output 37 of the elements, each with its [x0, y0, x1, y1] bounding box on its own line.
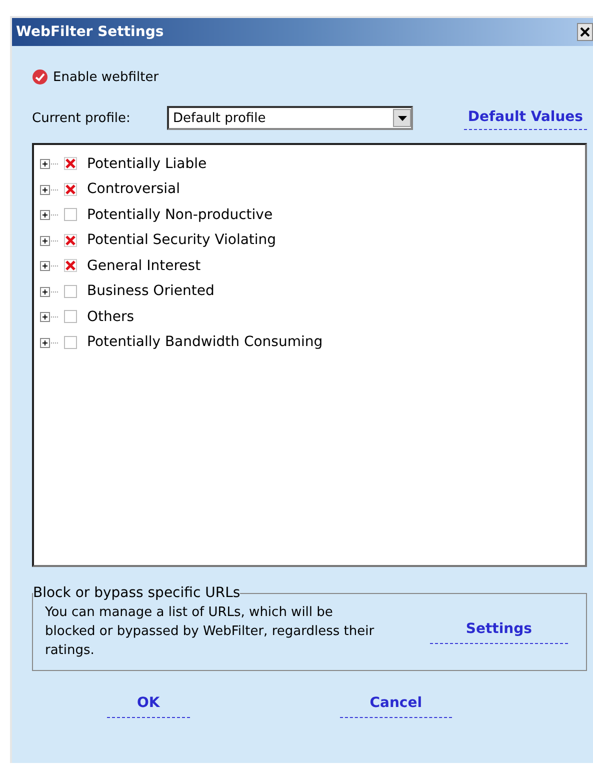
category-label[interactable]: Potential Security Violating — [87, 232, 276, 248]
default-values-link[interactable]: Default Values — [464, 106, 587, 130]
check-circle-icon[interactable] — [32, 69, 48, 85]
profile-label: Current profile: — [32, 110, 132, 126]
enable-label: Enable webfilter — [53, 70, 159, 84]
category-label[interactable]: Others — [87, 308, 134, 325]
urls-description: You can manage a list of URLs, which will be blocked or bypassed by WebFilter, regardless their ratings. — [45, 604, 376, 660]
close-icon — [580, 27, 590, 37]
category-checkbox[interactable] — [64, 259, 77, 272]
expand-icon[interactable] — [40, 234, 60, 246]
category-label[interactable]: General Interest — [87, 258, 201, 274]
category-label[interactable]: Potentially Liable — [87, 156, 207, 172]
expand-icon[interactable] — [40, 336, 60, 348]
category-label[interactable]: Potentially Bandwidth Consuming — [87, 334, 323, 350]
category-label[interactable]: Controversial — [87, 181, 180, 198]
expand-icon[interactable] — [40, 311, 60, 322]
window-title: WebFilter Settings — [15, 24, 164, 40]
group-title: Block or bypass specific URLs — [33, 585, 240, 601]
dialog-button[interactable]: OK — [106, 693, 190, 718]
expand-icon[interactable] — [40, 184, 60, 195]
category-checkbox[interactable] — [64, 284, 77, 298]
category-checkbox[interactable] — [64, 182, 77, 196]
category-checkbox[interactable] — [64, 157, 77, 170]
category-checkbox[interactable] — [64, 336, 77, 349]
settings-link[interactable]: Settings — [430, 619, 568, 644]
category-checkbox[interactable] — [64, 310, 77, 324]
category-checkbox[interactable] — [64, 234, 77, 247]
dialog-button[interactable]: Cancel — [340, 693, 452, 718]
expand-icon[interactable] — [40, 286, 60, 297]
profile-dropdown[interactable]: Default profile — [167, 106, 413, 130]
close-button[interactable] — [577, 23, 593, 41]
expand-icon[interactable] — [40, 158, 60, 170]
expand-icon[interactable] — [40, 209, 60, 220]
category-label[interactable]: Potentially Non-productive — [87, 206, 273, 223]
category-label[interactable]: Business Oriented — [87, 283, 214, 300]
expand-icon[interactable] — [40, 260, 60, 272]
category-checkbox[interactable] — [64, 208, 77, 222]
